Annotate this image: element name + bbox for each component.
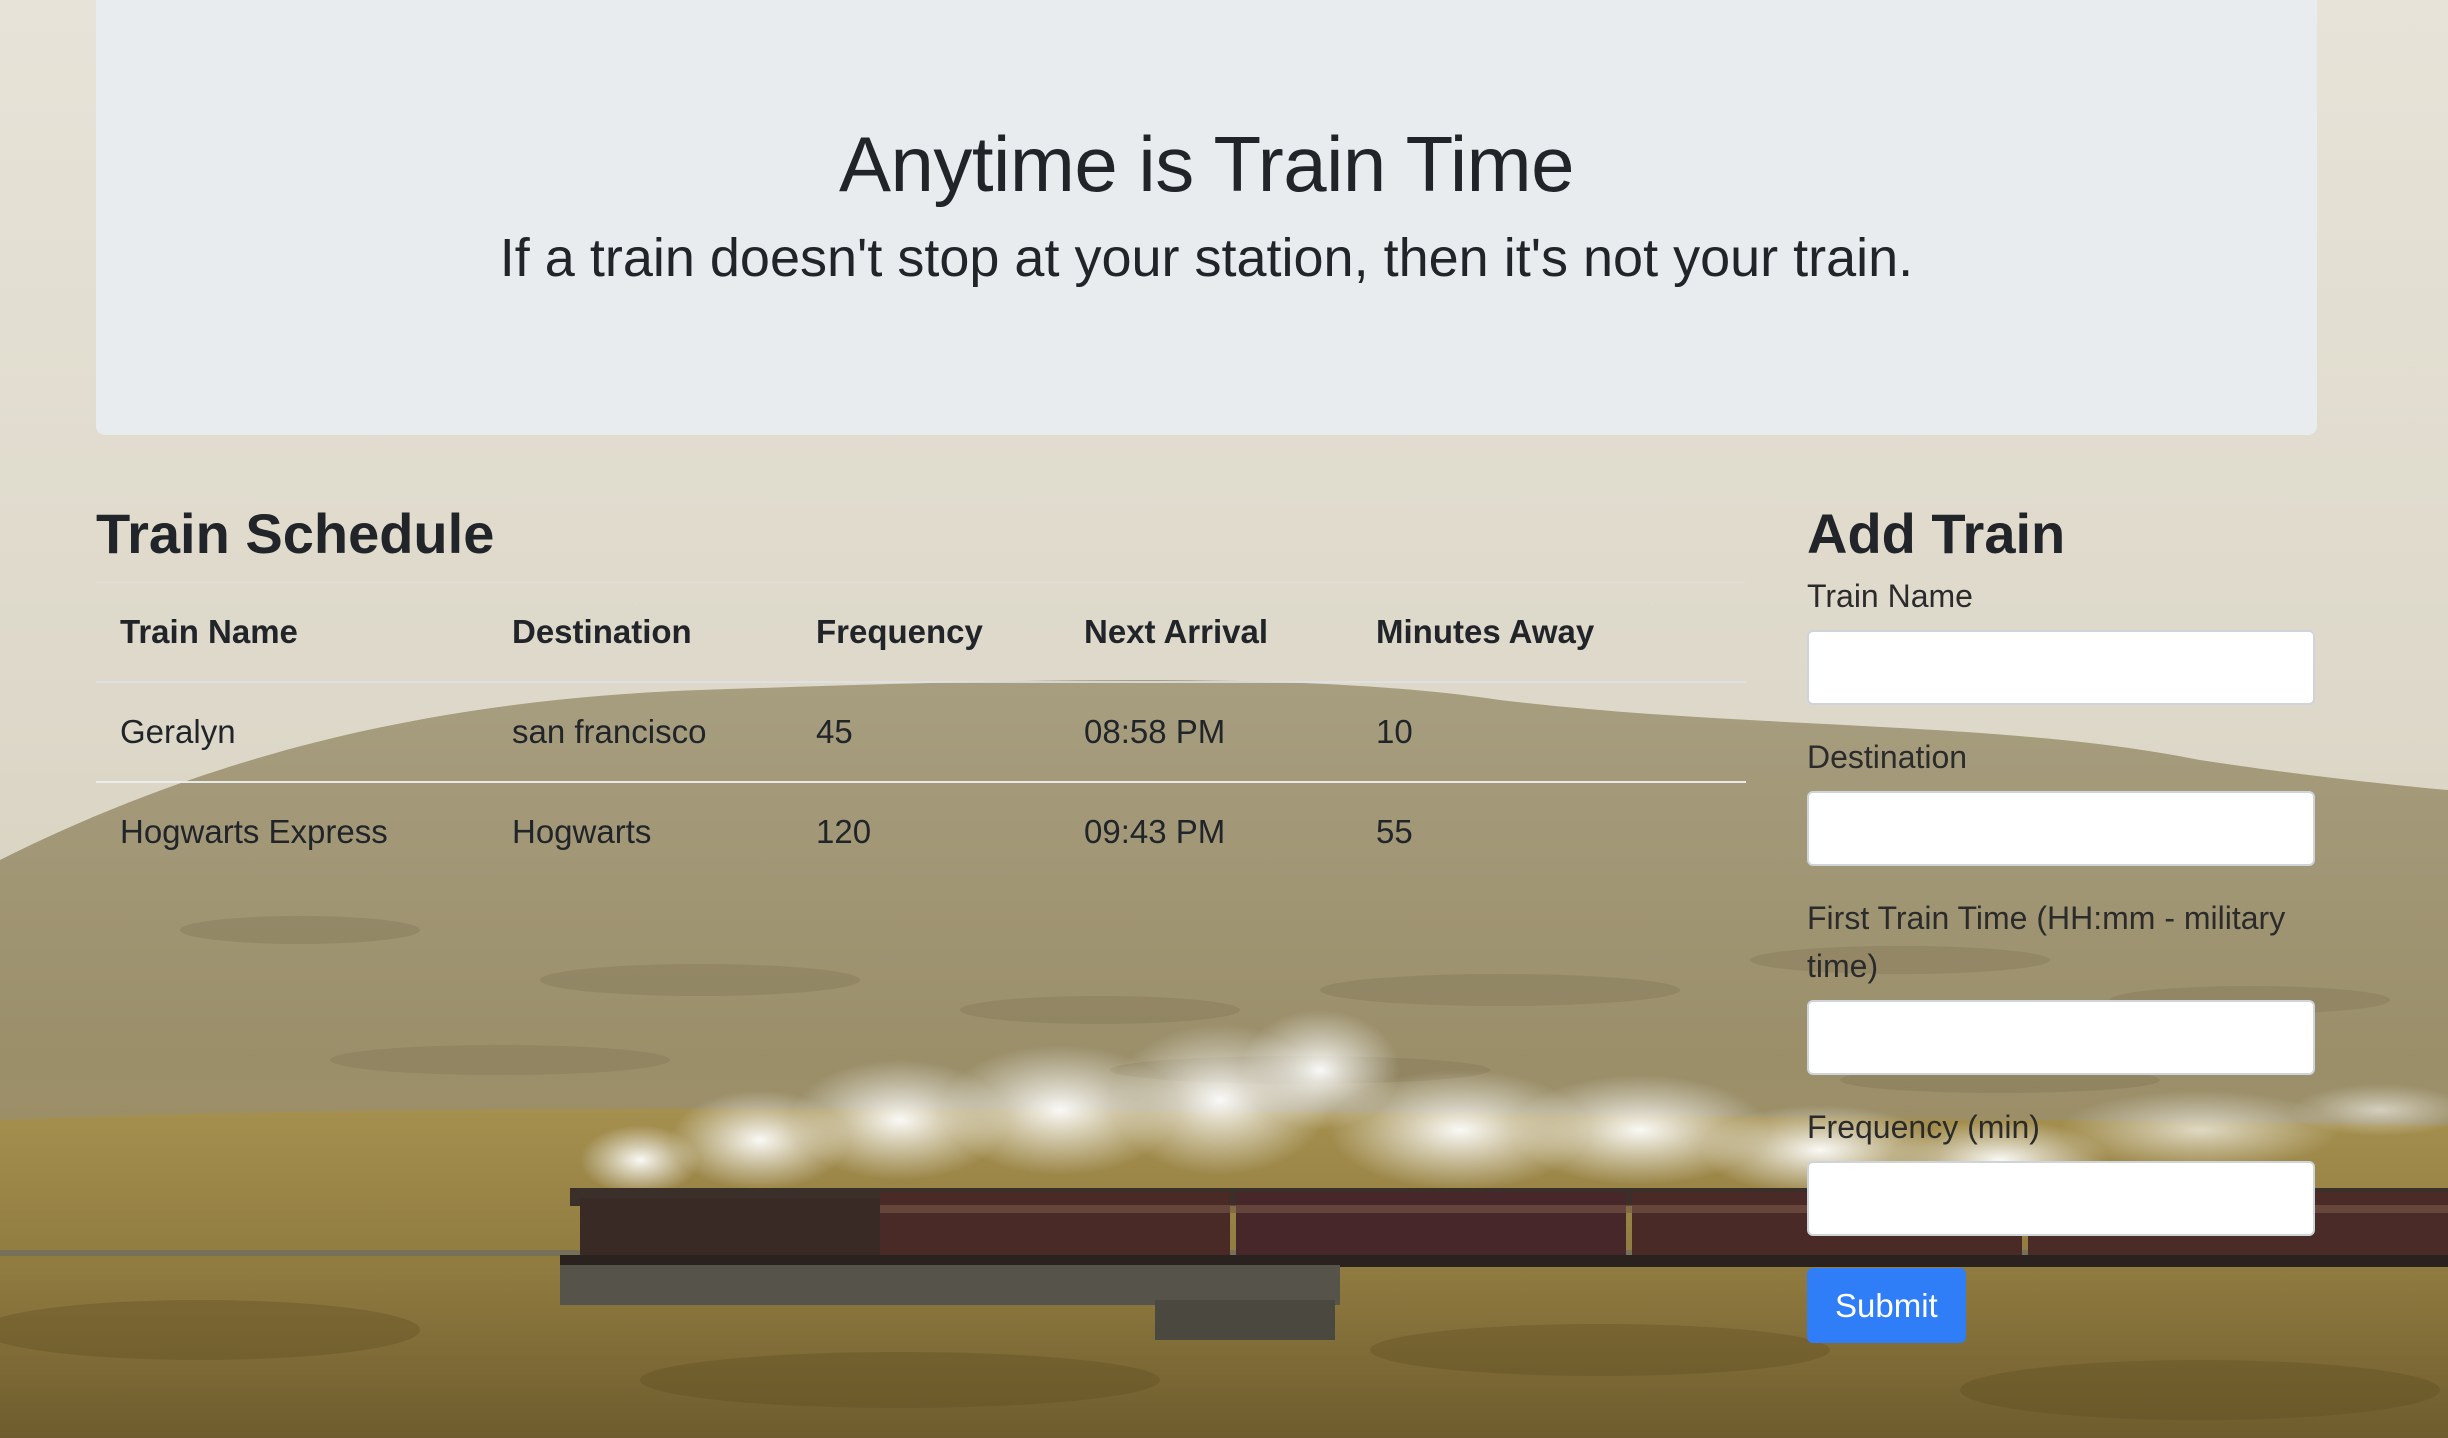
- cell-destination: Hogwarts: [488, 781, 792, 881]
- train-schedule-section: Train Schedule Train Name Destination Fr…: [96, 496, 1746, 881]
- cell-next-arrival: 09:43 PM: [1060, 781, 1352, 881]
- cell-next-arrival: 08:58 PM: [1084, 713, 1226, 750]
- cell-minutes-away: 10: [1376, 713, 1413, 750]
- add-train-heading: Add Train: [1807, 502, 2066, 565]
- column-header-destination: Destination: [488, 582, 792, 683]
- form-group-first-train-time: First Train Time (HH:mm - military time): [1807, 894, 2315, 1075]
- cell-train-name: Geralyn: [120, 713, 236, 750]
- add-train-section: Add Train Train Name Destination First T…: [1807, 496, 2315, 1343]
- form-group-destination: Destination: [1807, 733, 2315, 866]
- cell-minutes-away: 55: [1352, 781, 1746, 881]
- schedule-table: Train Name Destination Frequency Next Ar…: [96, 582, 1746, 881]
- frequency-label: Frequency (min): [1807, 1109, 2040, 1145]
- form-group-frequency: Frequency (min): [1807, 1103, 2315, 1236]
- page-subtitle: If a train doesn't stop at your station,…: [499, 228, 1914, 288]
- page-title: Anytime is Train Time: [838, 120, 1575, 208]
- first-train-time-label: First Train Time (HH:mm - military time): [1807, 900, 2286, 984]
- form-group-train-name: Train Name: [1807, 572, 2315, 705]
- column-header-next-arrival: Next Arrival: [1060, 582, 1352, 683]
- cell-destination: san francisco: [512, 713, 707, 750]
- cell-train-name: Hogwarts Express: [96, 781, 488, 881]
- column-header-frequency: Frequency: [792, 582, 1060, 683]
- cell-frequency: 120: [792, 781, 1060, 881]
- destination-input[interactable]: [1807, 791, 2315, 866]
- first-train-time-input[interactable]: [1807, 1000, 2315, 1075]
- frequency-input[interactable]: [1807, 1161, 2315, 1236]
- column-header-minutes-away: Minutes Away: [1352, 582, 1746, 683]
- table-row: Hogwarts Express Hogwarts 120 09:43 PM 5…: [96, 781, 1746, 881]
- column-header-train-name: Train Name: [96, 582, 488, 683]
- schedule-heading: Train Schedule: [96, 502, 495, 565]
- cell-frequency: 45: [816, 713, 853, 750]
- table-header-row: Train Name Destination Frequency Next Ar…: [96, 582, 1746, 683]
- train-name-label: Train Name: [1807, 578, 1973, 614]
- destination-label: Destination: [1807, 739, 1968, 775]
- table-row: Geralyn san francisco 45 08:58 PM 10: [96, 682, 1746, 782]
- header-jumbotron: Anytime is Train Time If a train doesn't…: [96, 0, 2317, 435]
- add-train-form: Train Name Destination First Train Time …: [1807, 572, 2315, 1343]
- train-name-input[interactable]: [1807, 630, 2315, 705]
- submit-button[interactable]: Submit: [1807, 1268, 1966, 1343]
